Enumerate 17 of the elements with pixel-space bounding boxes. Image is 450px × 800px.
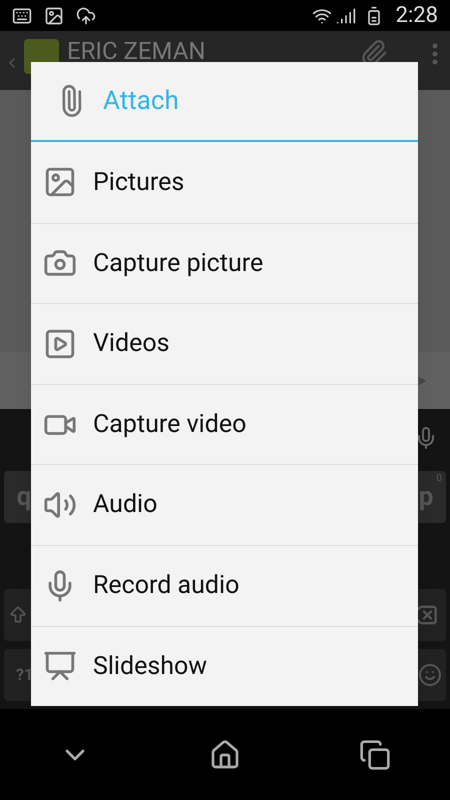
- image-icon: [44, 6, 64, 26]
- attach-option[interactable]: Record audio: [31, 544, 418, 626]
- smiley-icon: [418, 663, 442, 687]
- attach-option[interactable]: Pictures: [31, 142, 418, 223]
- attach-option[interactable]: Audio: [31, 464, 418, 545]
- contact-name: ERIC ZEMAN: [67, 39, 206, 63]
- attach-option[interactable]: Capture video: [31, 384, 418, 464]
- dialog-title: Attach: [103, 84, 179, 118]
- overflow-menu-icon: [432, 43, 438, 65]
- signal-icon: [336, 6, 356, 26]
- cloud-upload-icon: [76, 6, 96, 26]
- attach-option[interactable]: Videos: [31, 303, 418, 384]
- shift-icon: [8, 605, 28, 625]
- keyboard-icon: [12, 6, 32, 26]
- attach-option[interactable]: Slideshow: [31, 626, 418, 706]
- clock-time: 2:28: [396, 2, 438, 30]
- attach-option[interactable]: Capture picture: [31, 222, 418, 304]
